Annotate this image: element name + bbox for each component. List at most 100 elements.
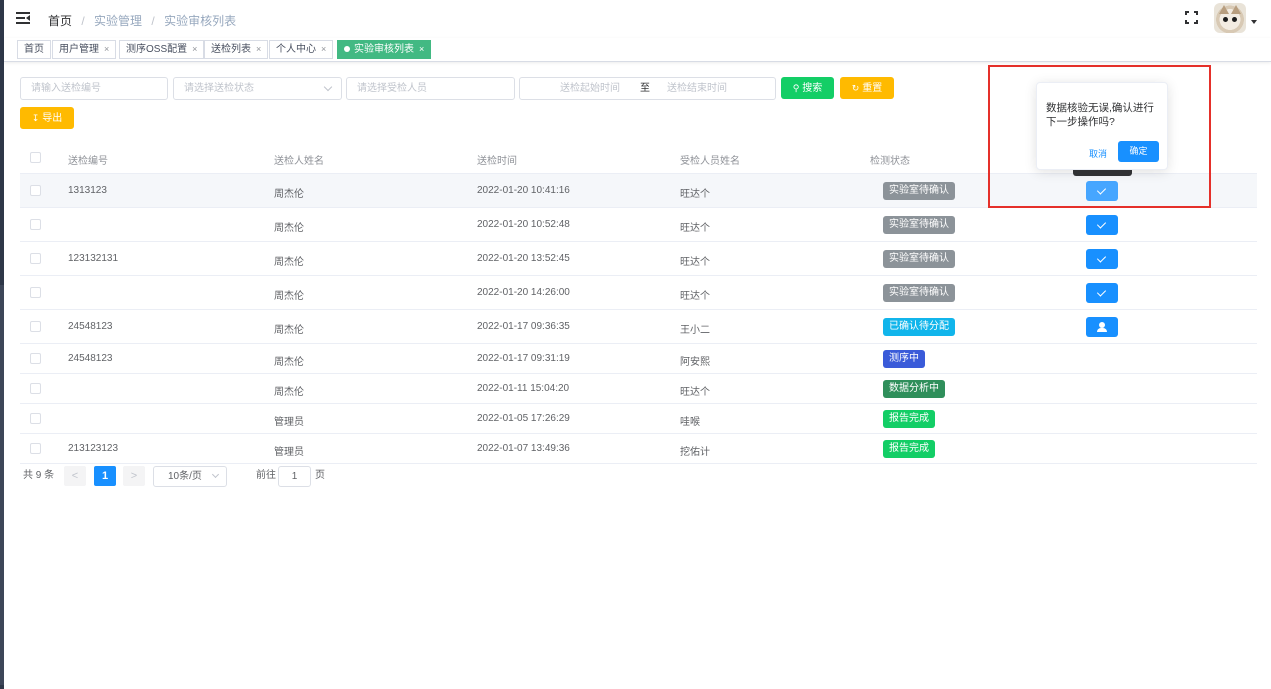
cell-sender: 周杰伦 [274,257,304,268]
column-header: 送检人姓名 [274,156,324,167]
row-checkbox[interactable] [30,383,41,394]
cancel-button[interactable]: 取消 [1089,147,1107,160]
search-icon: ⚲ [792,83,800,93]
tag-user-management[interactable]: 用户管理 × [52,40,117,59]
close-icon[interactable]: × [321,44,326,54]
page-size-select[interactable]: 10条/页 [153,466,227,487]
goto-label: 前往 [256,470,276,481]
table-row: 24548123 周杰伦 2022-01-17 09:31:19 阿安熙 测序中 [20,344,1257,374]
cell-subject: 王小二 [680,325,710,336]
subject-person-input[interactable]: 请选择受检人员 [346,77,515,100]
status-badge: 实验室待确认 [883,182,955,200]
end-date-input[interactable]: 送检结束时间 [667,78,727,99]
status-badge: 报告完成 [883,410,935,428]
popconfirm: 数据核验无误,确认进行下一步操作吗? 取消 确定 [1036,82,1168,170]
tag-inspection-list[interactable]: 送检列表 × [204,40,269,59]
column-header: 检测状态 [870,156,910,167]
cell-time: 2022-01-20 13:52:45 [477,253,570,264]
column-header: 送检编号 [68,156,108,167]
row-checkbox[interactable] [30,443,41,454]
refresh-icon: ↻ [851,83,860,93]
status-badge: 测序中 [883,350,925,368]
table-row: 周杰伦 2022-01-20 14:26:00 旺达个 实验室待确认 [20,276,1257,310]
page-number[interactable]: 1 [94,466,116,486]
confirm-action-button[interactable] [1086,283,1118,303]
close-icon[interactable]: × [256,44,261,54]
table-body: 1313123 周杰伦 2022-01-20 10:41:16 旺达个 实验室待确认 周杰… [20,174,1257,464]
cell-id: 213123123 [68,443,119,454]
cell-subject: 旺达个 [680,257,710,268]
popconfirm-pointer [1073,170,1132,176]
active-dot-icon [344,46,350,52]
export-button[interactable]: ↧ 导出 [20,107,74,129]
row-checkbox[interactable] [30,219,41,230]
breadcrumb-section[interactable]: 实验管理 [94,14,142,28]
status-select[interactable]: 请选择送检状态 [173,77,342,100]
cell-sender: 周杰伦 [274,223,304,234]
cell-subject: 阿安熙 [680,357,710,368]
reset-button[interactable]: ↻ 重置 [840,77,894,99]
cell-sender: 周杰伦 [274,291,304,302]
confirm-button[interactable]: 确定 [1118,141,1159,162]
status-badge: 实验室待确认 [883,216,955,234]
navbar: 首页 / 实验管理 / 实验审核列表 [4,0,1271,38]
assign-action-button[interactable] [1086,317,1118,337]
start-date-input[interactable]: 送检起始时间 [560,78,620,99]
cell-sender: 周杰伦 [274,357,304,368]
goto-page-input[interactable]: 1 [278,466,311,487]
cell-time: 2022-01-17 09:31:19 [477,353,570,364]
tags-view: 首页 用户管理 × 测序OSS配置 × 送检列表 × 个人中心 × 实验审核列表 × [4,38,1271,62]
confirm-action-button[interactable] [1086,249,1118,269]
cell-time: 2022-01-05 17:26:29 [477,413,570,424]
status-badge: 已确认待分配 [883,318,955,336]
tag-home[interactable]: 首页 [17,40,51,59]
row-checkbox[interactable] [30,185,41,196]
row-checkbox[interactable] [30,353,41,364]
search-button[interactable]: ⚲ 搜索 [781,77,834,99]
row-checkbox[interactable] [30,413,41,424]
confirm-action-button[interactable] [1086,215,1118,235]
tag-oss-config[interactable]: 测序OSS配置 × [119,40,205,59]
check-icon [1096,253,1107,263]
tag-profile[interactable]: 个人中心 × [269,40,334,59]
row-checkbox[interactable] [30,253,41,264]
row-checkbox[interactable] [30,321,41,332]
cell-sender: 周杰伦 [274,325,304,336]
select-all-checkbox[interactable] [30,152,41,163]
tag-lab-review-list[interactable]: 实验审核列表 × [337,40,432,59]
row-checkbox[interactable] [30,287,41,298]
inspection-id-input[interactable]: 请输入送检编号 [20,77,168,100]
avatar[interactable] [1214,3,1246,33]
cell-subject: 哇喉 [680,417,700,428]
hamburger-icon[interactable] [16,11,30,25]
table-row: 24548123 周杰伦 2022-01-17 09:36:35 王小二 已确认待分配 [20,310,1257,344]
table-row: 周杰伦 2022-01-20 10:52:48 旺达个 实验室待确认 [20,208,1257,242]
check-icon [1096,287,1107,297]
cell-subject: 旺达个 [680,223,710,234]
cell-time: 2022-01-20 14:26:00 [477,287,570,298]
table-row: 123132131 周杰伦 2022-01-20 13:52:45 旺达个 实验室待确认 [20,242,1257,276]
close-icon[interactable]: × [419,44,424,54]
cell-sender: 管理员 [274,447,304,458]
cell-subject: 旺达个 [680,189,710,200]
range-separator: 至 [640,83,650,94]
cell-subject: 旺达个 [680,387,710,398]
cell-time: 2022-01-11 15:04:20 [477,383,570,394]
cell-time: 2022-01-07 13:49:36 [477,443,570,454]
prev-page-button[interactable]: < [64,466,86,486]
next-page-button[interactable]: > [123,466,145,486]
fullscreen-icon[interactable] [1185,11,1198,24]
date-range-picker[interactable]: 送检起始时间 至 送检结束时间 [519,77,776,100]
close-icon[interactable]: × [104,44,109,54]
breadcrumb-home[interactable]: 首页 [48,14,72,28]
status-badge: 实验室待确认 [883,284,955,302]
table-row: 213123123 管理员 2022-01-07 13:49:36 挖佑计 报告完成 [20,434,1257,464]
status-badge: 实验室待确认 [883,250,955,268]
table-row: 管理员 2022-01-05 17:26:29 哇喉 报告完成 [20,404,1257,434]
close-icon[interactable]: × [192,44,197,54]
column-header: 受检人员姓名 [680,156,740,167]
cell-time: 2022-01-20 10:41:16 [477,185,570,196]
breadcrumb-current: 实验审核列表 [164,14,237,28]
column-header: 送检时间 [477,156,517,167]
caret-down-icon[interactable] [1251,20,1257,24]
